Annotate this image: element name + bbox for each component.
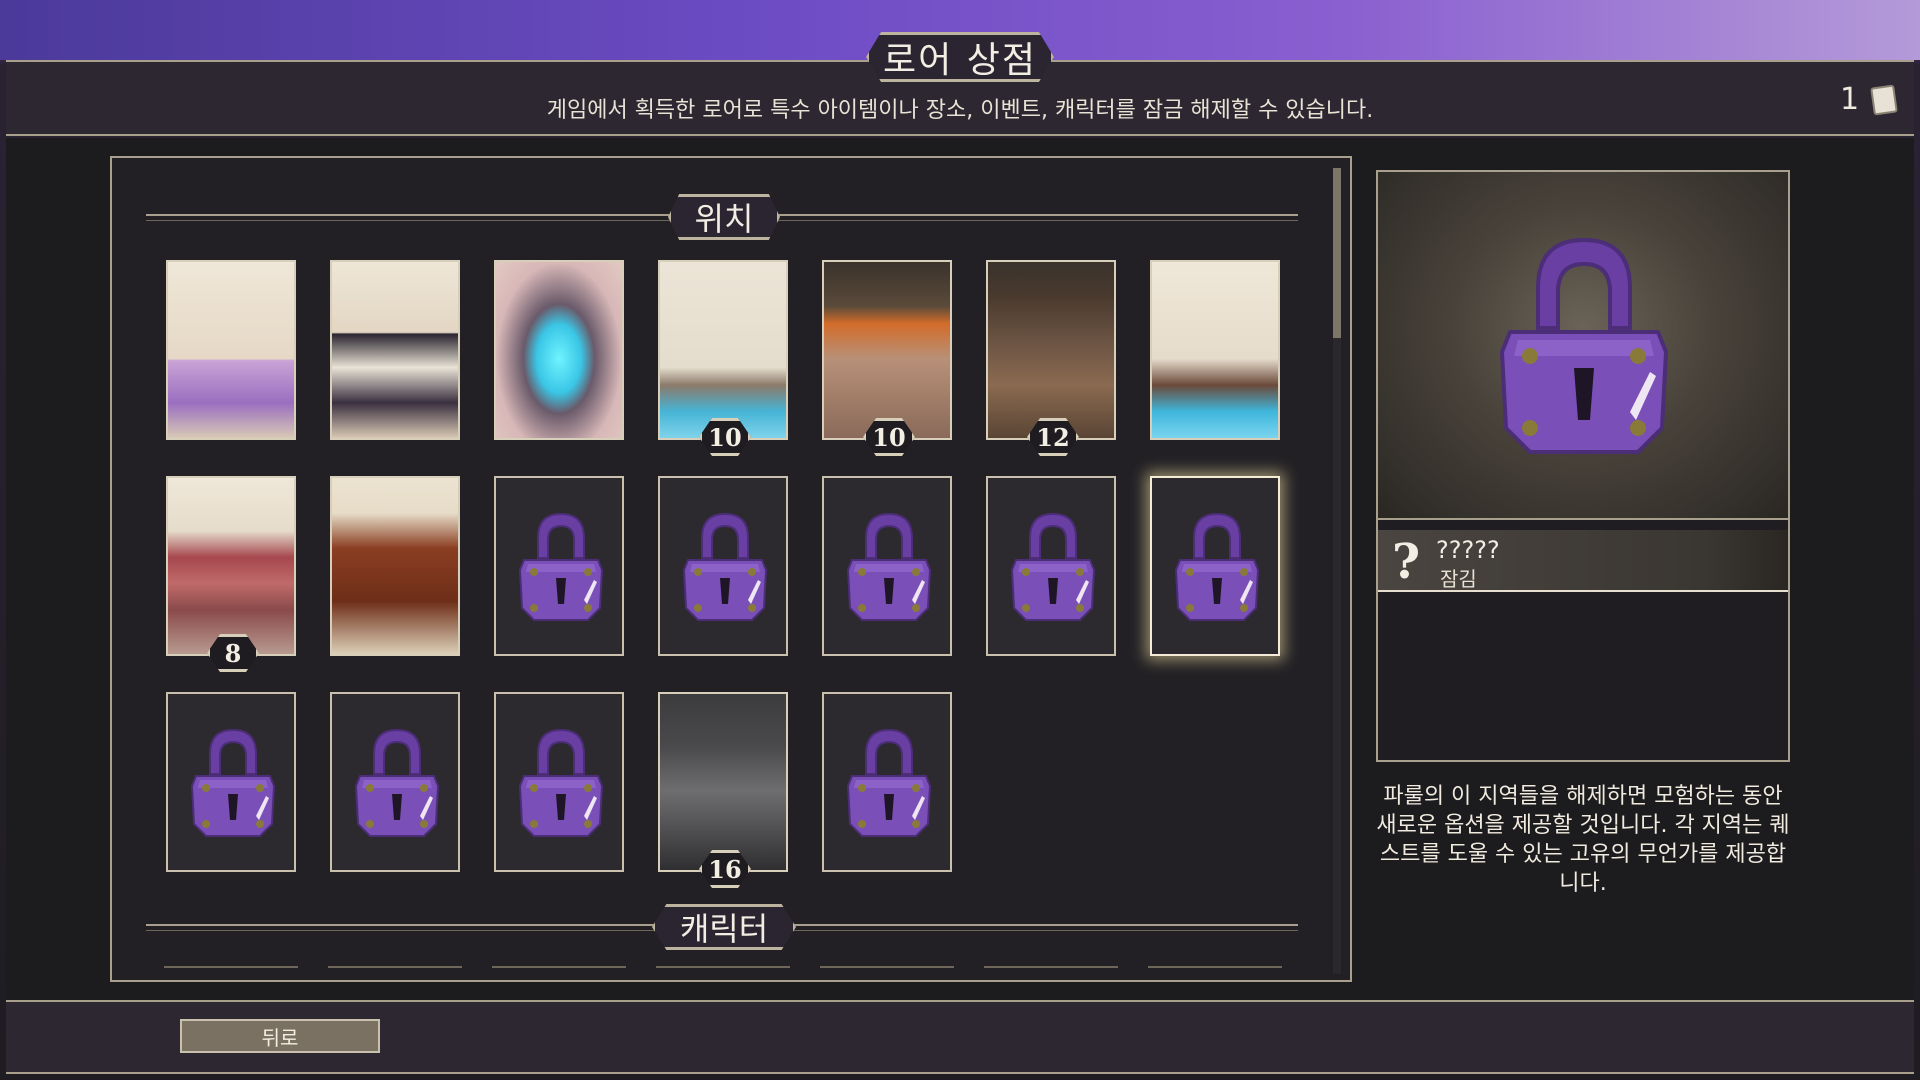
locked-card[interactable] [330,692,460,872]
locked-card-bg [496,694,622,870]
page-title: 로어 상점 [869,35,1051,79]
back-button[interactable]: 뒤로 [180,1019,380,1053]
scroll-icon [1870,84,1898,116]
padlock-icon [190,724,276,844]
padlock-icon [518,724,604,844]
portal-platform-image [496,262,622,438]
wizard-statue-image [332,478,458,654]
locked-card[interactable] [1150,476,1280,656]
wooden-hut-image [988,262,1114,438]
locked-card-bg [824,478,950,654]
padlock-icon [846,508,932,628]
question-icon: ? [1392,534,1421,590]
stone-statue-image [660,694,786,870]
detail-item-status: 잠김 [1440,567,1477,591]
locked-card-bg [1152,478,1278,654]
card-stone-statue[interactable]: 16 [658,692,788,888]
partial-card-edge [164,966,298,976]
partial-card-edge [984,966,1118,976]
card-stone-altar[interactable]: 8 [166,476,296,672]
padlock-icon [1499,237,1669,454]
padlock-icon [518,508,604,628]
partial-card-edge [328,966,462,976]
locked-card-bg [168,694,294,870]
padlock-icon [682,508,768,628]
locked-card[interactable] [822,476,952,656]
detail-item-name: ????? [1436,536,1500,564]
page-subtitle: 게임에서 획득한 로어로 특수 아이템이나 장소, 이벤트, 캐릭터를 잠금 해… [546,98,1374,123]
locked-card[interactable] [658,476,788,656]
padlock-icon [846,724,932,844]
scrollbar-thumb[interactable] [1333,168,1341,338]
card-market-tent[interactable] [166,260,296,440]
partial-card-edge [656,966,790,976]
locked-card[interactable] [494,692,624,872]
lighthouse-image [660,262,786,438]
lore-count: 1 [1840,82,1860,117]
locked-card-bg [496,478,622,654]
padlock-icon [354,724,440,844]
detail-description: 파룰의 이 지역들을 해제하면 모험하는 동안 새로운 옵션을 제공할 것입니다… [1376,784,1790,896]
padlock-icon [1174,508,1260,628]
card-wizard-statue[interactable] [330,476,460,656]
ship-image [1152,262,1278,438]
festival-tents-image [332,262,458,438]
section-title-characters: 캐릭터 [652,904,796,950]
locked-card[interactable] [166,692,296,872]
partial-card-edge [820,966,954,976]
card-ship[interactable] [1150,260,1280,440]
padlock-icon [1010,508,1096,628]
locked-card-bg [660,478,786,654]
partial-card-edge [492,966,626,976]
card-brazier[interactable]: 10 [822,260,952,456]
market-tent-image [168,262,294,438]
locked-card-bg [332,694,458,870]
locked-card-bg [988,478,1114,654]
section-title-locations: 위치 [668,194,780,240]
brazier-image [824,262,950,438]
card-lighthouse[interactable]: 10 [658,260,788,456]
locked-card[interactable] [822,692,952,872]
card-festival-tents[interactable] [330,260,460,440]
stone-altar-image [168,478,294,654]
locked-card[interactable] [494,476,624,656]
card-portal-platform[interactable] [494,260,624,440]
card-wooden-hut[interactable]: 12 [986,260,1116,456]
locked-card[interactable] [986,476,1116,656]
locked-card-bg [824,694,950,870]
partial-card-edge [1148,966,1282,976]
